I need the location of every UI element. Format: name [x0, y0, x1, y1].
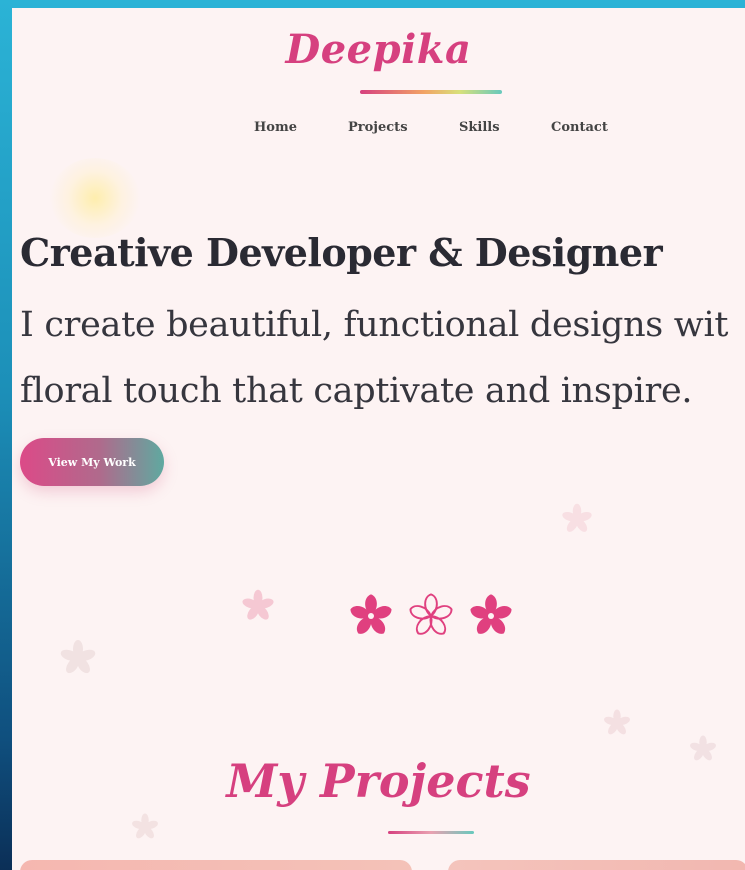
flower-icon	[132, 813, 158, 839]
flower-icon	[350, 594, 392, 634]
flower-icon	[604, 709, 630, 735]
project-card[interactable]	[448, 860, 745, 870]
view-my-work-button[interactable]: View My Work	[20, 438, 164, 486]
nav-link-skills[interactable]: Skills	[459, 120, 500, 135]
hero-subtitle-line-2: floral touch that captivate and inspire.	[20, 371, 693, 411]
nav-link-projects[interactable]: Projects	[348, 120, 408, 135]
site-logo[interactable]: Deepika	[12, 26, 745, 73]
page-frame: Deepika Home Projects Skills Contact Cre…	[12, 8, 745, 870]
flower-icon	[470, 594, 512, 634]
logo-underline	[360, 90, 502, 94]
nav-link-contact[interactable]: Contact	[551, 120, 608, 135]
project-card[interactable]	[20, 860, 412, 870]
projects-section-title: My Projects	[226, 754, 531, 808]
hero-subtitle-line-1: I create beautiful, functional designs w…	[20, 305, 729, 345]
hero-subtitle: I create beautiful, functional designs w…	[20, 292, 745, 424]
flower-icon	[562, 503, 592, 532]
main-nav: Home Projects Skills Contact	[12, 120, 745, 140]
flower-icon	[409, 593, 453, 635]
flower-icon	[60, 640, 96, 674]
projects-title-underline	[388, 831, 474, 834]
nav-link-home[interactable]: Home	[254, 120, 297, 135]
sun-glow-decoration	[50, 158, 140, 238]
hero-headline: Creative Developer & Designer	[20, 230, 663, 275]
flower-icon	[242, 589, 274, 620]
